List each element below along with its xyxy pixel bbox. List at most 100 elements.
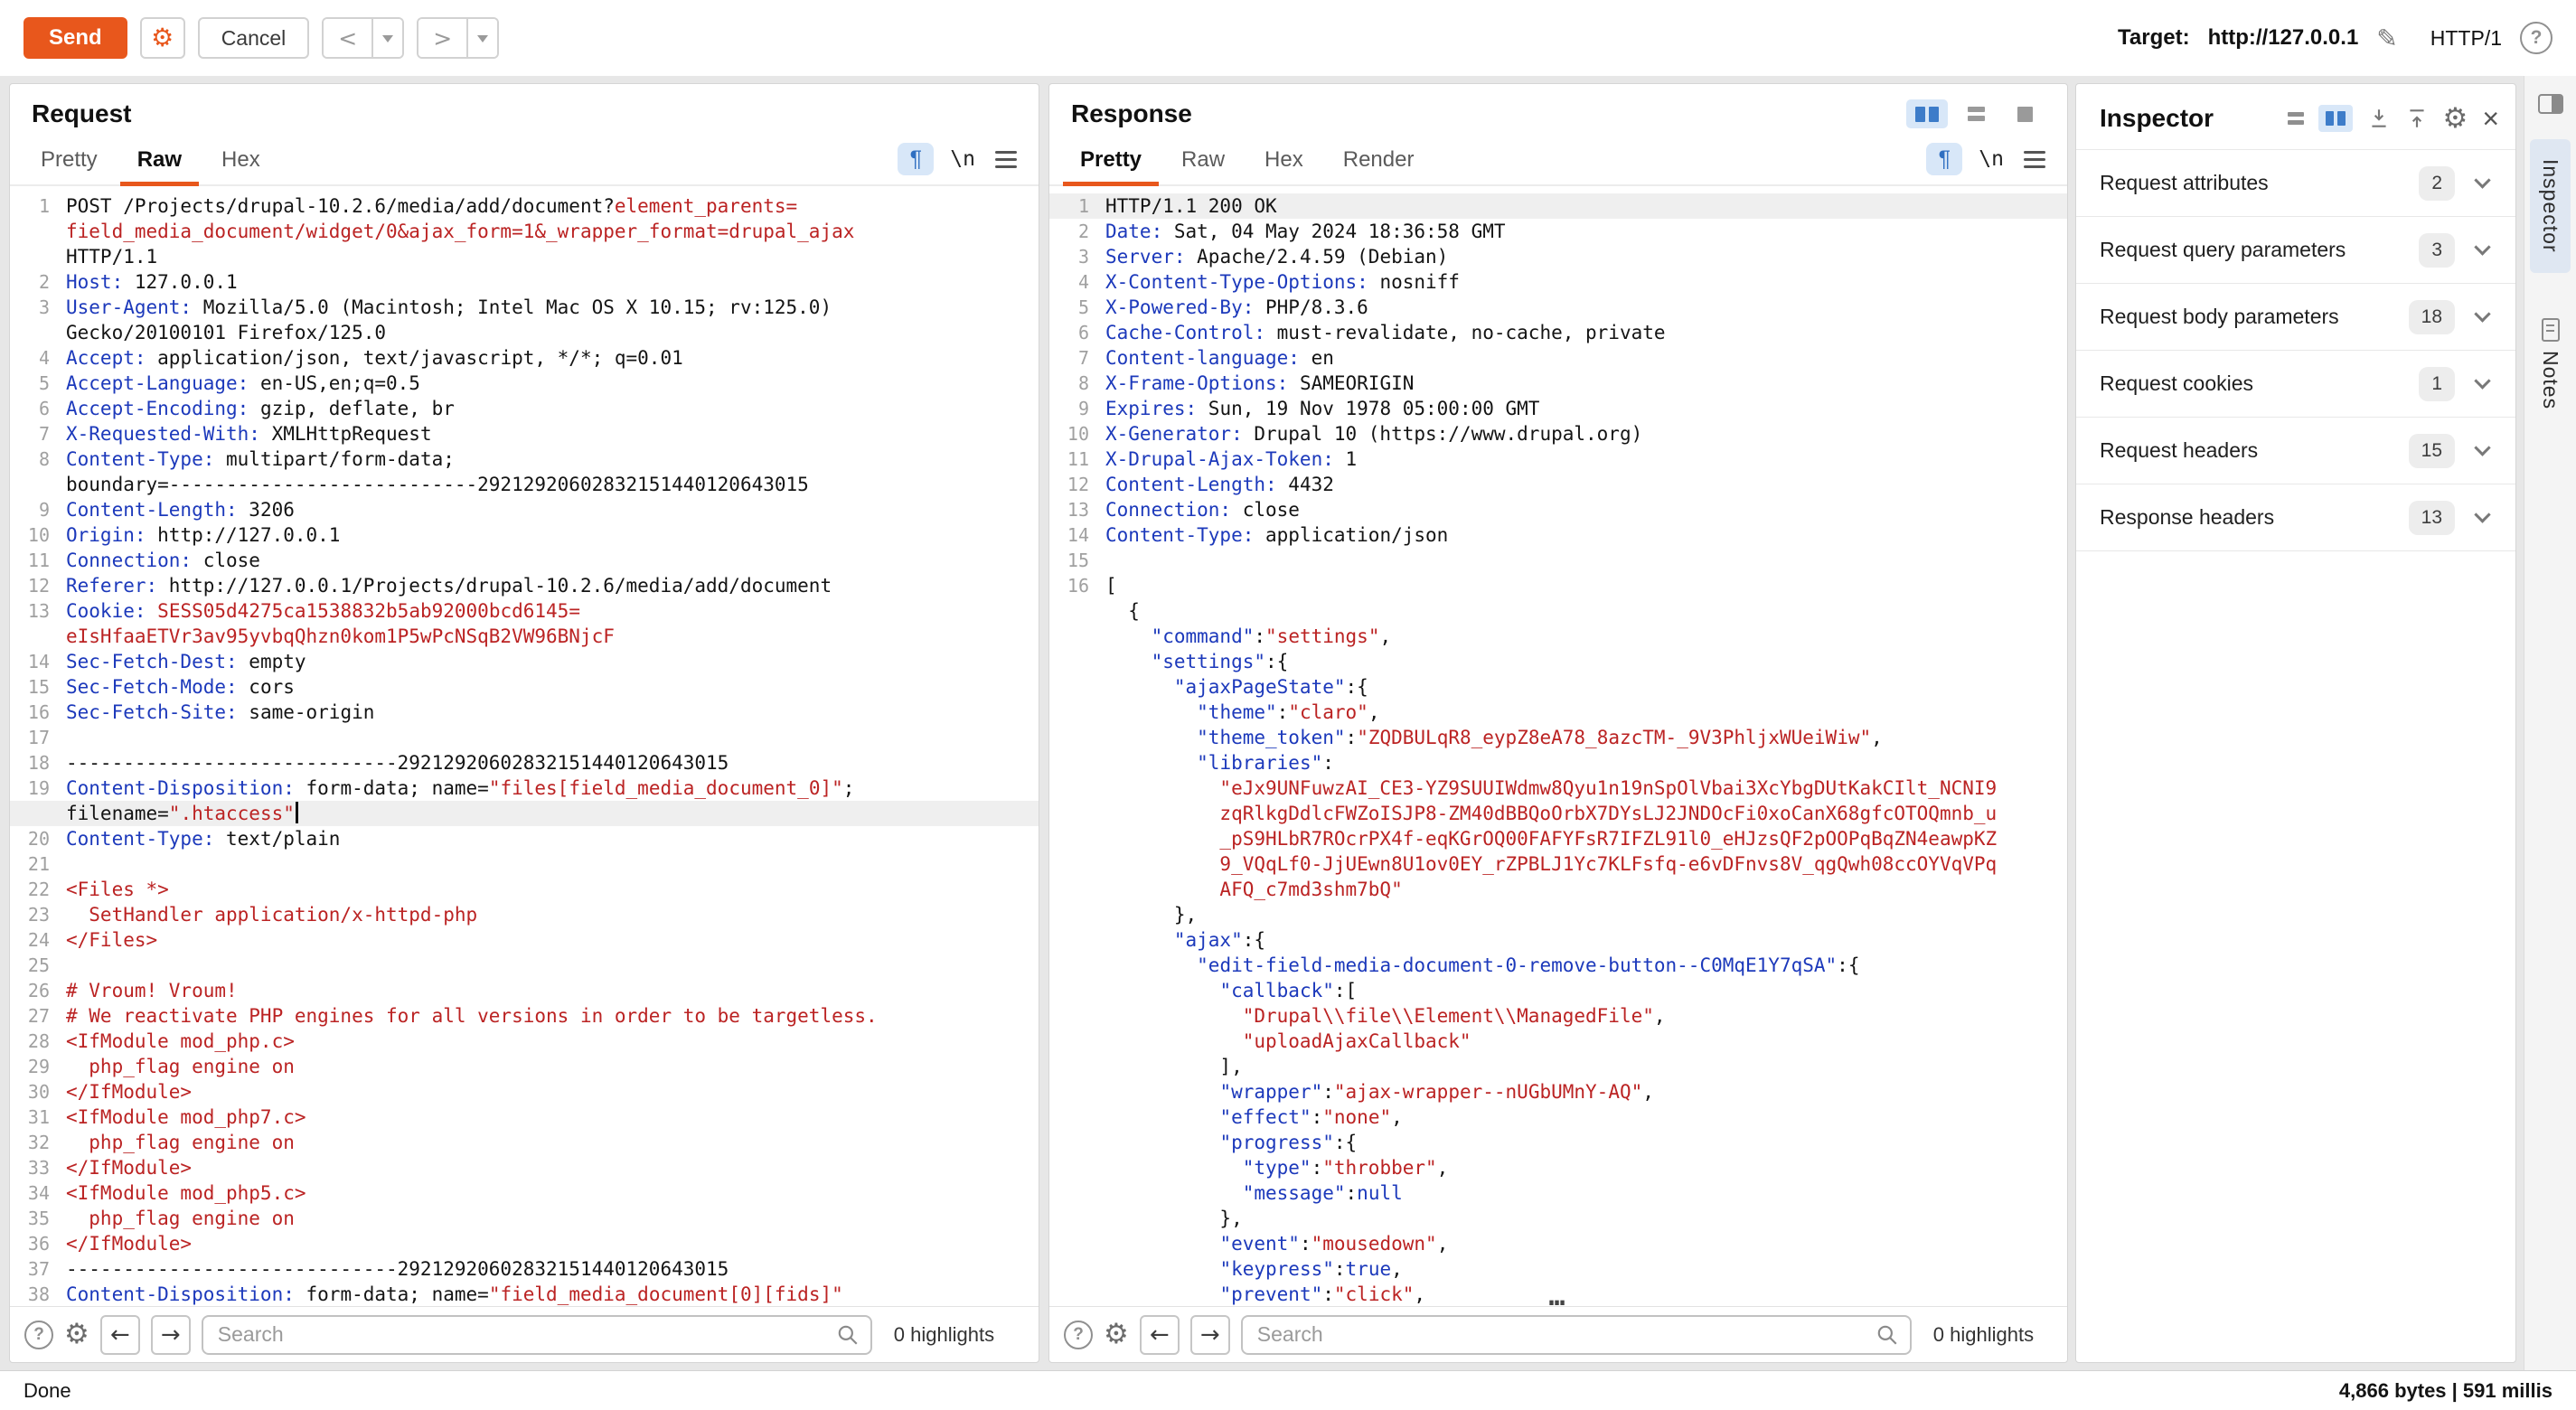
- code-line[interactable]: "message":null: [1049, 1180, 2067, 1206]
- tab-pretty[interactable]: Pretty: [1060, 135, 1161, 184]
- inspector-section-response-headers[interactable]: Response headers13: [2076, 484, 2515, 551]
- code-line[interactable]: 21: [10, 851, 1039, 877]
- layout-single-button[interactable]: [2004, 99, 2045, 128]
- history-back-dropdown[interactable]: [371, 19, 402, 57]
- code-line[interactable]: 11Connection: close: [10, 548, 1039, 573]
- code-line[interactable]: 17: [10, 725, 1039, 750]
- code-line[interactable]: boundary=---------------------------2921…: [10, 472, 1039, 497]
- code-line[interactable]: 15: [1049, 548, 2067, 573]
- inspector-section-request-attributes[interactable]: Request attributes2: [2076, 150, 2515, 217]
- edit-target-icon[interactable]: ✎: [2376, 24, 2397, 53]
- request-editor[interactable]: 1POST /Projects/drupal-10.2.6/media/add/…: [10, 186, 1039, 1306]
- tab-render[interactable]: Render: [1323, 135, 1434, 184]
- close-icon[interactable]: ×: [2482, 104, 2499, 133]
- search-next-button[interactable]: →: [1190, 1315, 1230, 1355]
- search-prev-button[interactable]: ←: [100, 1315, 140, 1355]
- code-line[interactable]: _pS9HLbR7ROcrPX4f-eqKGrOQ00FAFYFsR7IFZL9…: [1049, 826, 2067, 851]
- code-line[interactable]: 10Origin: http://127.0.0.1: [10, 522, 1039, 548]
- cancel-button[interactable]: Cancel: [198, 17, 310, 59]
- code-line[interactable]: 14Sec-Fetch-Dest: empty: [10, 649, 1039, 674]
- code-line[interactable]: 26# Vroum! Vroum!: [10, 978, 1039, 1003]
- code-line[interactable]: },: [1049, 902, 2067, 927]
- code-line[interactable]: 8X-Frame-Options: SAMEORIGIN: [1049, 371, 2067, 396]
- code-line[interactable]: 7Content-language: en: [1049, 345, 2067, 371]
- code-line[interactable]: 19Content-Disposition: form-data; name="…: [10, 776, 1039, 801]
- search-help-icon[interactable]: ?: [1064, 1321, 1093, 1349]
- code-line[interactable]: 34<IfModule mod_php5.c>: [10, 1180, 1039, 1206]
- code-line[interactable]: "eJx9UNFuwzAI_CE3-YZ9SUUIWdmw8Qyu1n19nSp…: [1049, 776, 2067, 801]
- code-line[interactable]: "theme_token":"ZQDBULqR8_eypZ8eA78_8azcT…: [1049, 725, 2067, 750]
- inspector-settings-icon[interactable]: ⚙: [2443, 105, 2468, 133]
- code-line[interactable]: 16[: [1049, 573, 2067, 598]
- code-line[interactable]: zqRlkgDdlcFWZoISJP8-ZM40dBBQoOrbX7DYsLJ2…: [1049, 801, 2067, 826]
- tab-inspector[interactable]: Inspector: [2530, 139, 2571, 273]
- inspector-columns-view-button[interactable]: [2318, 105, 2353, 132]
- code-line[interactable]: 9_VQqLf0-JjUEwn8U1ov0EY_rZPBLJ1Yc7KLFsfq…: [1049, 851, 2067, 877]
- code-line[interactable]: 9Expires: Sun, 19 Nov 1978 05:00:00 GMT: [1049, 396, 2067, 421]
- code-line[interactable]: 1POST /Projects/drupal-10.2.6/media/add/…: [10, 193, 1039, 219]
- soft-wrap-toggle[interactable]: ¶: [1926, 143, 1962, 175]
- search-help-icon[interactable]: ?: [24, 1321, 53, 1349]
- code-line[interactable]: 4Accept: application/json, text/javascri…: [10, 345, 1039, 371]
- code-line[interactable]: "ajaxPageState":{: [1049, 674, 2067, 700]
- editor-menu-button[interactable]: [2020, 147, 2049, 172]
- splitter-handle[interactable]: …: [1548, 1284, 1567, 1306]
- code-line[interactable]: "callback":[: [1049, 978, 2067, 1003]
- show-newlines-toggle[interactable]: \n: [1979, 147, 2004, 171]
- tab-hex[interactable]: Hex: [202, 135, 280, 184]
- inspector-section-request-headers[interactable]: Request headers15: [2076, 418, 2515, 484]
- code-line[interactable]: 32 php_flag engine on: [10, 1130, 1039, 1155]
- code-line[interactable]: 12Referer: http://127.0.0.1/Projects/dru…: [10, 573, 1039, 598]
- code-line[interactable]: 6Accept-Encoding: gzip, deflate, br: [10, 396, 1039, 421]
- code-line[interactable]: 2Host: 127.0.0.1: [10, 269, 1039, 295]
- code-line[interactable]: 15Sec-Fetch-Mode: cors: [10, 674, 1039, 700]
- code-line[interactable]: 27# We reactivate PHP engines for all ve…: [10, 1003, 1039, 1029]
- code-line[interactable]: 9Content-Length: 3206: [10, 497, 1039, 522]
- code-line[interactable]: },: [1049, 1206, 2067, 1231]
- code-line[interactable]: 5Accept-Language: en-US,en;q=0.5: [10, 371, 1039, 396]
- search-settings-icon[interactable]: ⚙: [1104, 1321, 1129, 1349]
- layout-rows-button[interactable]: [1955, 99, 1997, 128]
- code-line[interactable]: "progress":{: [1049, 1130, 2067, 1155]
- code-line[interactable]: 36</IfModule>: [10, 1231, 1039, 1256]
- tab-raw[interactable]: Raw: [1161, 135, 1245, 184]
- tab-pretty[interactable]: Pretty: [21, 135, 118, 184]
- code-line[interactable]: "wrapper":"ajax-wrapper--nUGbUMnY-AQ",: [1049, 1079, 2067, 1104]
- tab-notes[interactable]: Notes: [2530, 298, 2571, 429]
- code-line[interactable]: "keypress":true,: [1049, 1256, 2067, 1282]
- code-line[interactable]: 23 SetHandler application/x-httpd-php: [10, 902, 1039, 927]
- code-line[interactable]: 37-----------------------------292129206…: [10, 1256, 1039, 1282]
- tab-raw[interactable]: Raw: [118, 135, 202, 184]
- send-settings-button[interactable]: ⚙: [140, 17, 185, 59]
- code-line[interactable]: Gecko/20100101 Firefox/125.0: [10, 320, 1039, 345]
- show-newlines-toggle[interactable]: \n: [950, 147, 975, 171]
- collapse-all-button[interactable]: [2405, 107, 2429, 130]
- code-line[interactable]: 38Content-Disposition: form-data; name="…: [10, 1282, 1039, 1306]
- search-input[interactable]: [202, 1315, 872, 1355]
- code-line[interactable]: "settings":{: [1049, 649, 2067, 674]
- inspector-section-request-cookies[interactable]: Request cookies1: [2076, 351, 2515, 418]
- code-line[interactable]: eIsHfaaETVr3av95yvbqQhzn0kom1P5wPcNSqB2V…: [10, 624, 1039, 649]
- code-line[interactable]: ],: [1049, 1054, 2067, 1079]
- layout-columns-button[interactable]: [1906, 99, 1948, 128]
- tab-hex[interactable]: Hex: [1245, 135, 1323, 184]
- code-line[interactable]: 16Sec-Fetch-Site: same-origin: [10, 700, 1039, 725]
- search-input[interactable]: [1241, 1315, 1912, 1355]
- send-button[interactable]: Send: [24, 17, 127, 59]
- code-line[interactable]: field_media_document/widget/0&ajax_form=…: [10, 219, 1039, 244]
- code-line[interactable]: 8Content-Type: multipart/form-data;: [10, 446, 1039, 472]
- code-line[interactable]: 3User-Agent: Mozilla/5.0 (Macintosh; Int…: [10, 295, 1039, 320]
- code-line[interactable]: "libraries":: [1049, 750, 2067, 776]
- search-prev-button[interactable]: ←: [1140, 1315, 1180, 1355]
- dock-icon[interactable]: [2538, 94, 2563, 114]
- code-line[interactable]: 4X-Content-Type-Options: nosniff: [1049, 269, 2067, 295]
- search-settings-icon[interactable]: ⚙: [64, 1321, 89, 1349]
- code-line[interactable]: "ajax":{: [1049, 927, 2067, 953]
- help-icon[interactable]: ?: [2520, 22, 2552, 54]
- code-line[interactable]: 30</IfModule>: [10, 1079, 1039, 1104]
- code-line[interactable]: "type":"throbber",: [1049, 1155, 2067, 1180]
- code-line[interactable]: 35 php_flag engine on: [10, 1206, 1039, 1231]
- code-line[interactable]: 10X-Generator: Drupal 10 (https://www.dr…: [1049, 421, 2067, 446]
- code-line[interactable]: 25: [10, 953, 1039, 978]
- code-line[interactable]: 31<IfModule mod_php7.c>: [10, 1104, 1039, 1130]
